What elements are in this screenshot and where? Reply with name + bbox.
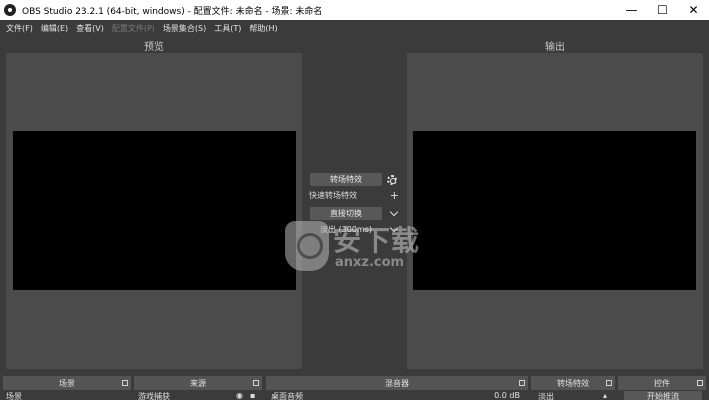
controls-dock-label: 控件 xyxy=(654,378,670,388)
mixer-dock-title[interactable]: 混音器 xyxy=(266,376,528,390)
transitions-dock-title[interactable]: 转场特效 xyxy=(531,376,615,390)
mixer-channel-name: 桌面音频 xyxy=(271,392,303,400)
menu-file[interactable]: 文件(F) xyxy=(2,23,37,34)
source-list-item[interactable]: 游戏捕获 xyxy=(138,391,228,400)
float-icon[interactable] xyxy=(122,380,128,386)
float-icon[interactable] xyxy=(697,380,703,386)
menu-profile[interactable]: 配置文件(P) xyxy=(108,23,159,34)
mixer-level: 0.0 dB xyxy=(494,391,520,400)
scenes-dock-label: 场景 xyxy=(59,378,75,388)
watermark-subtext: anxz.com xyxy=(335,255,405,270)
scenes-dock-title[interactable]: 场景 xyxy=(3,376,131,390)
menu-bar: 文件(F) 编辑(E) 查看(V) 配置文件(P) 场景集合(S) 工具(T) … xyxy=(0,20,709,36)
window-title: OBS Studio 23.2.1 (64-bit, windows) - 配置… xyxy=(22,6,323,17)
gear-icon[interactable] xyxy=(387,174,397,185)
float-icon[interactable] xyxy=(606,380,612,386)
output-label: 输出 xyxy=(545,42,565,53)
obs-logo-icon xyxy=(4,4,16,16)
preview-label: 预览 xyxy=(144,42,164,53)
eye-icon[interactable]: ◉ xyxy=(236,391,246,400)
mixer-dock-label: 混音器 xyxy=(385,378,409,388)
menu-scene-collection[interactable]: 场景集合(S) xyxy=(159,23,210,34)
controls-dock-title[interactable]: 控件 xyxy=(618,376,706,390)
transition-select[interactable]: 淡出 xyxy=(538,391,598,400)
transitions-dock-label: 转场特效 xyxy=(557,378,589,388)
sources-dock-title[interactable]: 来源 xyxy=(134,376,262,390)
output-panel[interactable] xyxy=(407,53,703,369)
spinner-up-icon[interactable]: ▴ xyxy=(603,391,613,400)
menu-help[interactable]: 帮助(H) xyxy=(245,23,281,34)
output-canvas[interactable] xyxy=(413,131,696,290)
window-controls: — ☐ ✕ xyxy=(616,0,709,20)
watermark: 安下载 anxz.com xyxy=(283,215,428,275)
close-button[interactable]: ✕ xyxy=(678,0,709,20)
title-bar: OBS Studio 23.2.1 (64-bit, windows) - 配置… xyxy=(0,0,709,20)
menu-edit[interactable]: 编辑(E) xyxy=(37,23,72,34)
plus-icon[interactable]: + xyxy=(390,190,399,201)
preview-canvas[interactable] xyxy=(13,131,296,290)
menu-view[interactable]: 查看(V) xyxy=(72,23,108,34)
preview-panel[interactable] xyxy=(6,53,302,369)
quick-transitions-label: 快速转场特效 xyxy=(309,191,357,200)
maximize-button[interactable]: ☐ xyxy=(647,0,678,20)
float-icon[interactable] xyxy=(519,380,525,386)
dock-bar: 场景 来源 混音器 转场特效 控件 场景 游戏捕获 ◉ ▪ 桌面音频 0.0 d… xyxy=(0,374,709,400)
float-icon[interactable] xyxy=(253,380,259,386)
start-streaming-button[interactable]: 开始推流 xyxy=(624,391,702,400)
menu-tools[interactable]: 工具(T) xyxy=(210,23,245,34)
watermark-text: 安下载 xyxy=(333,224,421,257)
minimize-button[interactable]: — xyxy=(616,0,647,20)
sources-dock-label: 来源 xyxy=(190,378,206,388)
shield-icon xyxy=(285,221,329,271)
lock-icon[interactable]: ▪ xyxy=(250,391,260,400)
scene-list-item[interactable]: 场景 xyxy=(6,391,126,400)
transition-button[interactable]: 转场特效 xyxy=(310,173,382,186)
